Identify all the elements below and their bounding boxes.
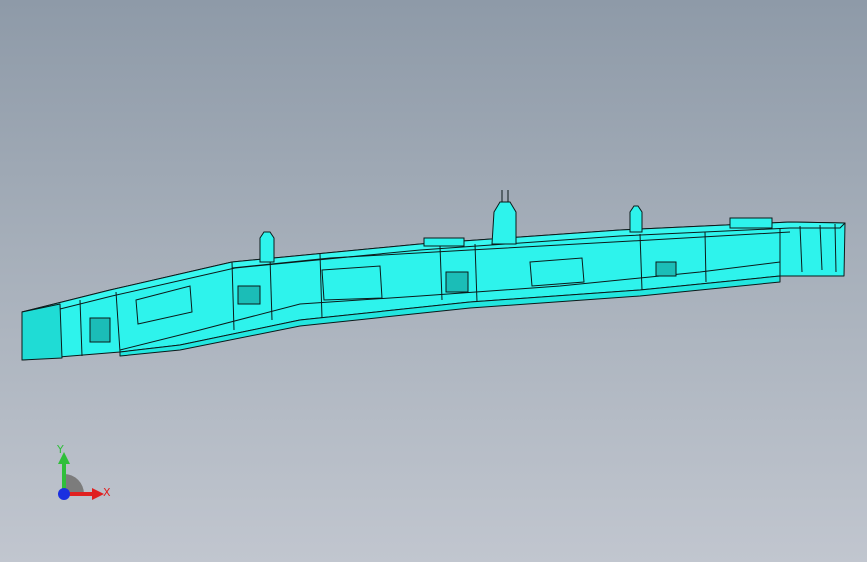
part-left-end (21, 303, 63, 361)
coordinate-triad: Y X (40, 440, 120, 520)
3d-part-model[interactable] (0, 0, 867, 562)
clip (259, 231, 275, 263)
graphics-viewport[interactable]: Y X (0, 0, 867, 562)
pocket (655, 261, 677, 277)
axis-triad-icon (58, 452, 104, 500)
clip (491, 201, 517, 245)
y-axis-label: Y (57, 443, 64, 456)
tab (529, 257, 585, 287)
tab (321, 265, 383, 301)
pocket (237, 285, 261, 305)
clip (629, 205, 643, 233)
boss (729, 217, 773, 229)
x-axis-label: X (103, 486, 111, 499)
pocket (445, 271, 469, 293)
boss (423, 237, 465, 247)
pocket (89, 317, 111, 343)
